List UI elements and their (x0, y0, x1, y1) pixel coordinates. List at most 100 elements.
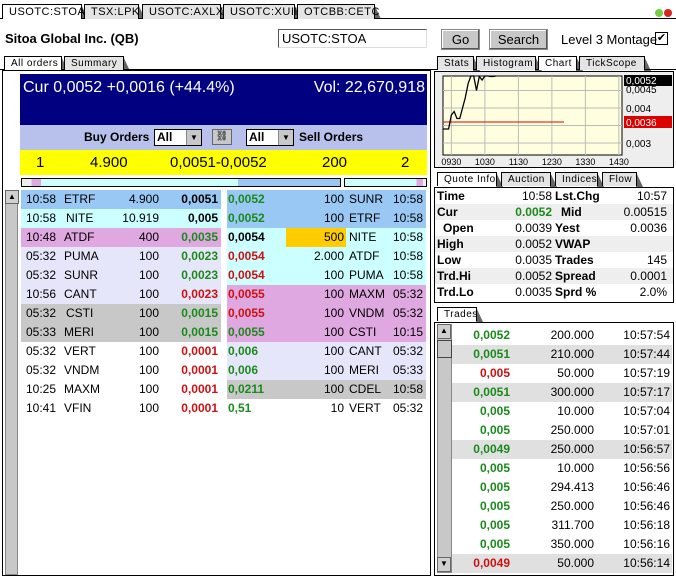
tab-tickscope[interactable]: TickScope (579, 56, 651, 71)
quote-label: High (437, 237, 464, 251)
quote-row: Open 0.0039 Yest 0.0036 (435, 220, 673, 236)
bid-row[interactable]: 10:58 NITE 10.919 0,005 (21, 209, 221, 228)
quote-row: Low 0.0035 Trades 145 (435, 252, 673, 268)
bid-row[interactable]: 10:58 ETRF 4.900 0,0051 (21, 190, 221, 209)
ask-market-maker: MERI (349, 363, 379, 377)
quote-label: Trd.Hi (437, 269, 472, 283)
trade-price: 0,005 (479, 537, 510, 551)
trade-time: 10:56:56 (623, 461, 670, 475)
red-close-icon[interactable] (664, 9, 672, 17)
quote-value: 0.0036 (630, 221, 667, 235)
sell-orders-select[interactable]: All ▼ (246, 129, 294, 146)
quote-value: 0.0001 (630, 269, 667, 283)
trades-scrollbar[interactable] (437, 324, 452, 573)
tab-summary[interactable]: Summary (64, 56, 130, 71)
trades-scroll-thumb[interactable] (437, 340, 452, 358)
trade-row: 0,005 10.000 10:56:56 (452, 459, 672, 478)
ask-row[interactable]: 0,006 100 CANT 05:32 (227, 342, 426, 361)
bid-time: 05:32 (26, 306, 57, 320)
bid-row[interactable]: 10:56 CANT 100 0,0023 (21, 285, 221, 304)
quote-row: Trd.Hi 0.0052 Spread 0.0001 (435, 268, 673, 284)
tab-usotc-axlx[interactable]: USOTC:AXLX (142, 4, 227, 19)
bid-price: 0,0051 (181, 192, 218, 206)
bid-market-maker: PUMA (64, 249, 99, 263)
bid-row[interactable]: 10:25 MAXM 100 0,0001 (21, 380, 221, 399)
quote-label: Yest (555, 221, 580, 235)
trade-row: 0,0051 300.000 10:57:17 (452, 383, 672, 402)
bid-row[interactable]: 10:41 VFIN 100 0,0001 (21, 399, 221, 418)
tab-stats[interactable]: Stats (437, 56, 480, 71)
tab-indices[interactable]: Indices (555, 172, 604, 187)
bid-row[interactable]: 05:32 VNDM 100 0,0001 (21, 361, 221, 380)
bid-row[interactable]: 05:32 VERT 100 0,0001 (21, 342, 221, 361)
ask-size: 100 (323, 211, 344, 225)
bid-market-maker: VFIN (64, 401, 92, 415)
quote-label: Mid (561, 205, 582, 219)
quote-label: Trd.Lo (437, 285, 474, 299)
ask-row[interactable]: 0,0054 500 NITE 10:58 (227, 228, 426, 247)
bid-time: 05:32 (26, 363, 57, 377)
tab-all-orders[interactable]: All orders (4, 56, 68, 71)
bid-row[interactable]: 05:32 CSTI 100 0,0015 (21, 304, 221, 323)
ask-row[interactable]: 0,0054 100 PUMA 10:58 (227, 266, 426, 285)
quote-value: 0.0052 (515, 237, 552, 251)
ask-row[interactable]: 0,0055 100 MAXM 05:32 (227, 285, 426, 304)
scroll-up-icon[interactable]: ▲ (437, 324, 451, 339)
bid-row[interactable]: 05:33 MERI 100 0,0015 (21, 323, 221, 342)
ask-row[interactable]: 0,006 100 MERI 05:33 (227, 361, 426, 380)
ask-row[interactable]: 0,0052 100 SUNR 10:58 (227, 190, 426, 209)
ask-market-maker: MAXM (349, 287, 385, 301)
bid-size: 4.900 (90, 154, 128, 171)
trade-time: 10:57:01 (623, 423, 670, 437)
bid-price: 0,0023 (181, 268, 218, 282)
buy-orders-select[interactable]: All ▼ (154, 129, 202, 146)
tab-auction[interactable]: Auction (501, 172, 557, 187)
trade-size: 200.000 (550, 328, 594, 342)
tab-flow[interactable]: Flow (602, 172, 643, 187)
search-button[interactable]: Search (489, 29, 548, 50)
ask-price: 0,0055 (228, 306, 265, 320)
tab-usotc-xuii[interactable]: USOTC:XUII (223, 4, 301, 19)
bid-row[interactable]: 05:32 PUMA 100 0,0023 (21, 247, 221, 266)
ask-row[interactable]: 0,0055 100 VNDM 05:32 (227, 304, 426, 323)
tab-histogram[interactable]: Histogram (476, 56, 542, 71)
bid-price: 0,0023 (181, 287, 218, 301)
tab-chart[interactable]: Chart (538, 56, 583, 71)
ask-row[interactable]: 0,0054 2.000 ATDF 10:58 (227, 247, 426, 266)
ask-row[interactable]: 0,0052 100 ETRF 10:58 (227, 209, 426, 228)
bid-time: 10:58 (26, 192, 57, 206)
green-status-icon[interactable] (655, 9, 663, 17)
order-book-scrollbar[interactable] (5, 190, 18, 575)
bid-time: 10:48 (26, 230, 57, 244)
tab-quote-info[interactable]: Quote Info (437, 172, 503, 187)
ask-market-maker: ETRF (349, 211, 381, 225)
ask-price: 0,006 (228, 363, 259, 377)
trade-price: 0,0049 (473, 442, 510, 456)
ask-row[interactable]: 0,0211 100 CDEL 10:58 (227, 380, 426, 399)
trade-price: 0,005 (479, 366, 510, 380)
ask-market-maker: SUNR (349, 192, 384, 206)
go-button[interactable]: Go (441, 29, 480, 50)
scroll-up-icon[interactable]: ▲ (5, 190, 19, 204)
trade-price: 0,0052 (473, 328, 510, 342)
ask-row[interactable]: 0,0055 100 CSTI 10:15 (227, 323, 426, 342)
bid-row[interactable]: 10:48 ATDF 400 0,0035 (21, 228, 221, 247)
bid-price: 0,0015 (181, 325, 218, 339)
level3-checkbox[interactable]: ✔ (655, 32, 668, 45)
tab-tsx-lpk[interactable]: TSX:LPK (84, 4, 145, 19)
quote-value: 10:58 (521, 189, 552, 203)
bid-row[interactable]: 05:32 SUNR 100 0,0023 (21, 266, 221, 285)
tab-trades[interactable]: Trades (437, 307, 483, 322)
symbol-input[interactable]: USOTC:STOA (278, 29, 427, 48)
quote-value: 0.0035 (515, 285, 552, 299)
trade-row: 0,0049 50.000 10:56:14 (452, 554, 672, 573)
link-icon[interactable]: ⛓ (212, 129, 232, 145)
scroll-down-icon[interactable]: ▼ (437, 557, 451, 572)
ask-price: 0,0055 (228, 287, 265, 301)
ask-size: 100 (323, 306, 344, 320)
tab-otcbb-cetc[interactable]: OTCBB:CETC (297, 4, 381, 19)
bid-market-maker: VNDM (64, 363, 100, 377)
tab-usotc-stoa[interactable]: USOTC:STOA (2, 4, 88, 19)
ask-row[interactable]: 0,51 10 VERT 05:32 (227, 399, 426, 418)
x-tick-label: 0930 (441, 157, 461, 167)
